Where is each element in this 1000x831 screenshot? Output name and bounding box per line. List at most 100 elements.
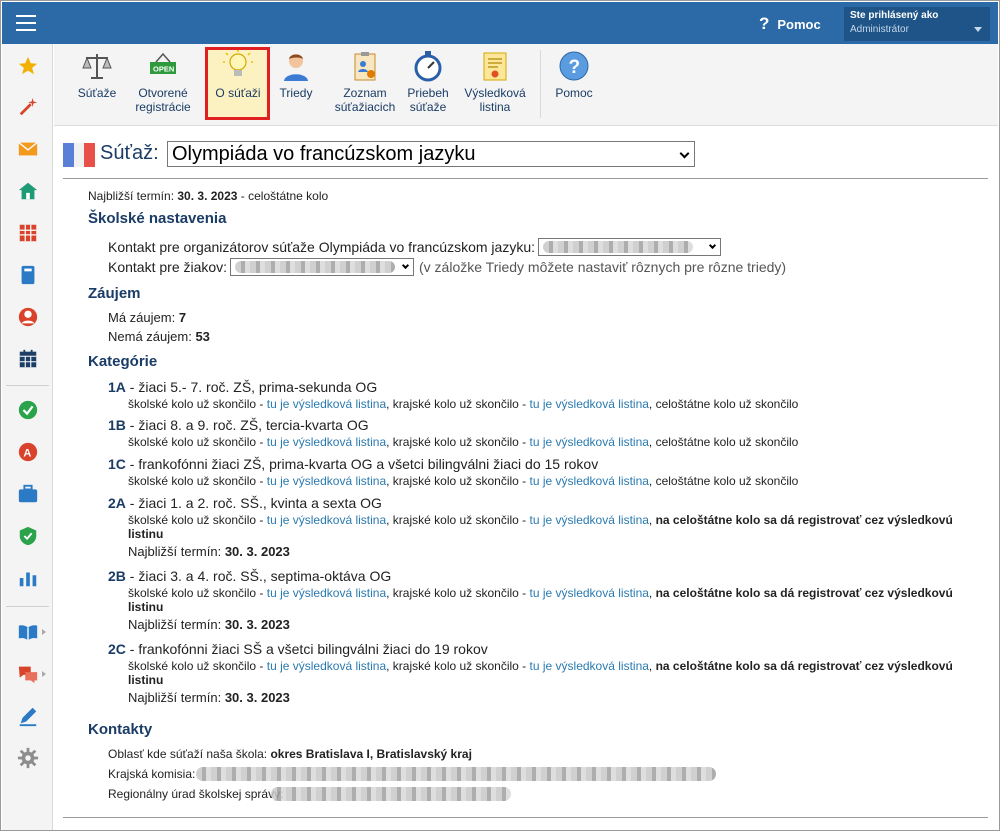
calendar-grid-icon[interactable]	[16, 221, 40, 245]
scales-icon	[81, 50, 113, 82]
envelope-icon[interactable]	[16, 137, 40, 161]
contact-students-label: Kontakt pre žiakov:	[108, 259, 228, 275]
results-link[interactable]: tu je výsledková listina	[267, 435, 386, 449]
results-link[interactable]: tu je výsledková listina	[530, 586, 649, 600]
category-title: 2B - žiaci 3. a 4. roč. SŠ., septima-okt…	[108, 568, 392, 584]
category-status: školské kolo už skončilo - tu je výsledk…	[128, 513, 953, 527]
results-link[interactable]: tu je výsledková listina	[530, 659, 649, 673]
toolbar-label: Triedy	[279, 86, 313, 100]
contact-students-note: (v záložke Triedy môžete nastaviť rôznyc…	[419, 259, 787, 275]
office-label: Regionálny úrad školskej správy:	[108, 787, 284, 801]
category-title: 2A - žiaci 1. a 2. roč. SŠ., kvinta a se…	[108, 495, 382, 511]
contacts-heading: Kontakty	[88, 721, 153, 738]
results-link[interactable]: tu je výsledková listina	[267, 474, 386, 488]
results-link[interactable]: tu je výsledková listina	[530, 397, 649, 411]
user-caption: Ste prihlásený ako	[850, 10, 939, 21]
competition-label: Súťaž:	[100, 142, 159, 164]
toolbar-contestants-button[interactable]: Zoznam súťažiacich	[334, 50, 396, 114]
school-settings-heading: Školské nastavenia	[88, 210, 227, 227]
pencil-icon[interactable]	[16, 704, 40, 728]
home-icon[interactable]	[16, 179, 40, 203]
competition-select-value: Olympiáda vo francúzskom jazyku	[172, 143, 476, 165]
chevron-down-icon	[708, 241, 717, 250]
toolbar-about-button[interactable]: O súťaži	[210, 50, 266, 100]
lightbulb-icon	[222, 50, 254, 82]
category-title: 1A - žiaci 5.- 7. roč. ZŠ, prima-sekunda…	[108, 379, 378, 395]
toolbar-progress-button[interactable]: Priebeh súťaže	[404, 50, 452, 114]
toolbar-classes-button[interactable]: Triedy	[276, 50, 316, 100]
toolbar-label: Výsledková listina	[464, 86, 526, 114]
contact-org-select[interactable]	[538, 238, 721, 256]
category-next-date: Najbližší termín: 30. 3. 2023	[128, 690, 290, 705]
toolbar-results-button[interactable]: Výsledková listina	[459, 50, 531, 114]
results-link[interactable]: tu je výsledková listina	[267, 397, 386, 411]
help-link[interactable]: ? Pomoc	[759, 14, 821, 34]
hamburger-menu-icon[interactable]	[16, 15, 36, 31]
user-menu[interactable]: Ste prihlásený ako Administrátor	[844, 7, 990, 41]
interest-heading: Záujem	[88, 285, 141, 302]
book-icon[interactable]	[16, 263, 40, 287]
toolbar-label: Zoznam súťažiacich	[334, 86, 396, 114]
shield-icon[interactable]	[16, 524, 40, 548]
results-link[interactable]: tu je výsledková listina	[530, 474, 649, 488]
category-status: školské kolo už skončilo - tu je výsledk…	[128, 659, 953, 673]
category-title: 1C - frankofónni žiaci ZŠ, prima-kvarta …	[108, 456, 599, 472]
stopwatch-icon	[412, 50, 444, 82]
grade-icon[interactable]: A	[16, 440, 40, 464]
competition-select[interactable]: Olympiáda vo francúzskom jazyku	[167, 141, 695, 167]
person-icon	[280, 50, 312, 82]
toolbar-label: Súťaže	[77, 86, 117, 100]
chat-icon[interactable]	[16, 662, 40, 686]
category-status: školské kolo už skončilo - tu je výsledk…	[128, 397, 799, 411]
commission-label: Krajská komisia:	[108, 767, 196, 781]
toolbar-label: Pomoc	[555, 86, 593, 100]
results-link[interactable]: tu je výsledková listina	[530, 513, 649, 527]
chevron-down-icon	[401, 261, 410, 270]
french-flag-icon	[63, 143, 96, 167]
checkmark-icon[interactable]	[16, 398, 40, 422]
contact-students-select[interactable]	[230, 258, 414, 276]
user-name: Administrátor	[850, 24, 909, 35]
category-next-date: Najbližší termín: 30. 3. 2023	[128, 617, 290, 632]
magic-wand-icon[interactable]	[16, 95, 40, 119]
results-link[interactable]: tu je výsledková listina	[267, 513, 386, 527]
chevron-down-icon	[679, 148, 690, 159]
category-next-date: Najbližší termín: 30. 3. 2023	[128, 544, 290, 559]
timetable-icon[interactable]	[16, 347, 40, 371]
question-icon: ?	[759, 14, 770, 33]
toolbar-competitions-button[interactable]: Súťaže	[76, 50, 118, 100]
divider	[63, 178, 988, 179]
toolbar-open-registrations-button[interactable]: OPEN Otvorené registrácie	[132, 50, 194, 114]
toolbar-label: Otvorené registrácie	[135, 86, 191, 114]
category-status: školské kolo už skončilo - tu je výsledk…	[128, 435, 799, 449]
interest-yes: Má záujem: 7	[108, 310, 187, 325]
next-date-line: Najbližší termín: 30. 3. 2023 - celoštát…	[88, 189, 329, 203]
toolbar-label: O súťaži	[215, 86, 261, 100]
sidebar: A	[2, 44, 53, 830]
toolbar: Súťaže OPEN Otvorené registrácie O súťaž…	[54, 44, 998, 126]
results-link[interactable]: tu je výsledková listina	[267, 586, 386, 600]
gear-icon[interactable]	[16, 746, 40, 770]
open-book-icon[interactable]	[16, 620, 40, 644]
briefcase-icon[interactable]	[16, 482, 40, 506]
divider	[63, 817, 988, 818]
interest-no: Nemá záujem: 53	[108, 329, 210, 344]
redacted-text	[196, 767, 716, 781]
category-status: školské kolo už skončilo - tu je výsledk…	[128, 586, 953, 600]
user-circle-icon[interactable]	[16, 305, 40, 329]
redacted-text	[271, 787, 511, 801]
category-status: školské kolo už skončilo - tu je výsledk…	[128, 474, 799, 488]
category-title: 2C - frankofónni žiaci SŠ a všetci bilin…	[108, 641, 488, 657]
help-glyph: ?	[569, 57, 581, 78]
toolbar-help-button[interactable]: ? Pomoc	[552, 50, 596, 100]
top-bar: ? Pomoc Ste prihlásený ako Administrátor	[2, 2, 998, 44]
category-title: 1B - žiaci 8. a 9. roč. ZŠ, tercia-kvart…	[108, 417, 369, 433]
help-label: Pomoc	[777, 16, 821, 32]
results-link[interactable]: tu je výsledková listina	[530, 435, 649, 449]
open-sign-text: OPEN	[153, 65, 174, 74]
bar-chart-icon[interactable]	[16, 566, 40, 590]
chevron-down-icon	[974, 27, 982, 32]
star-icon[interactable]	[16, 54, 40, 78]
results-link[interactable]: tu je výsledková listina	[267, 659, 386, 673]
clipboard-icon	[349, 50, 381, 82]
